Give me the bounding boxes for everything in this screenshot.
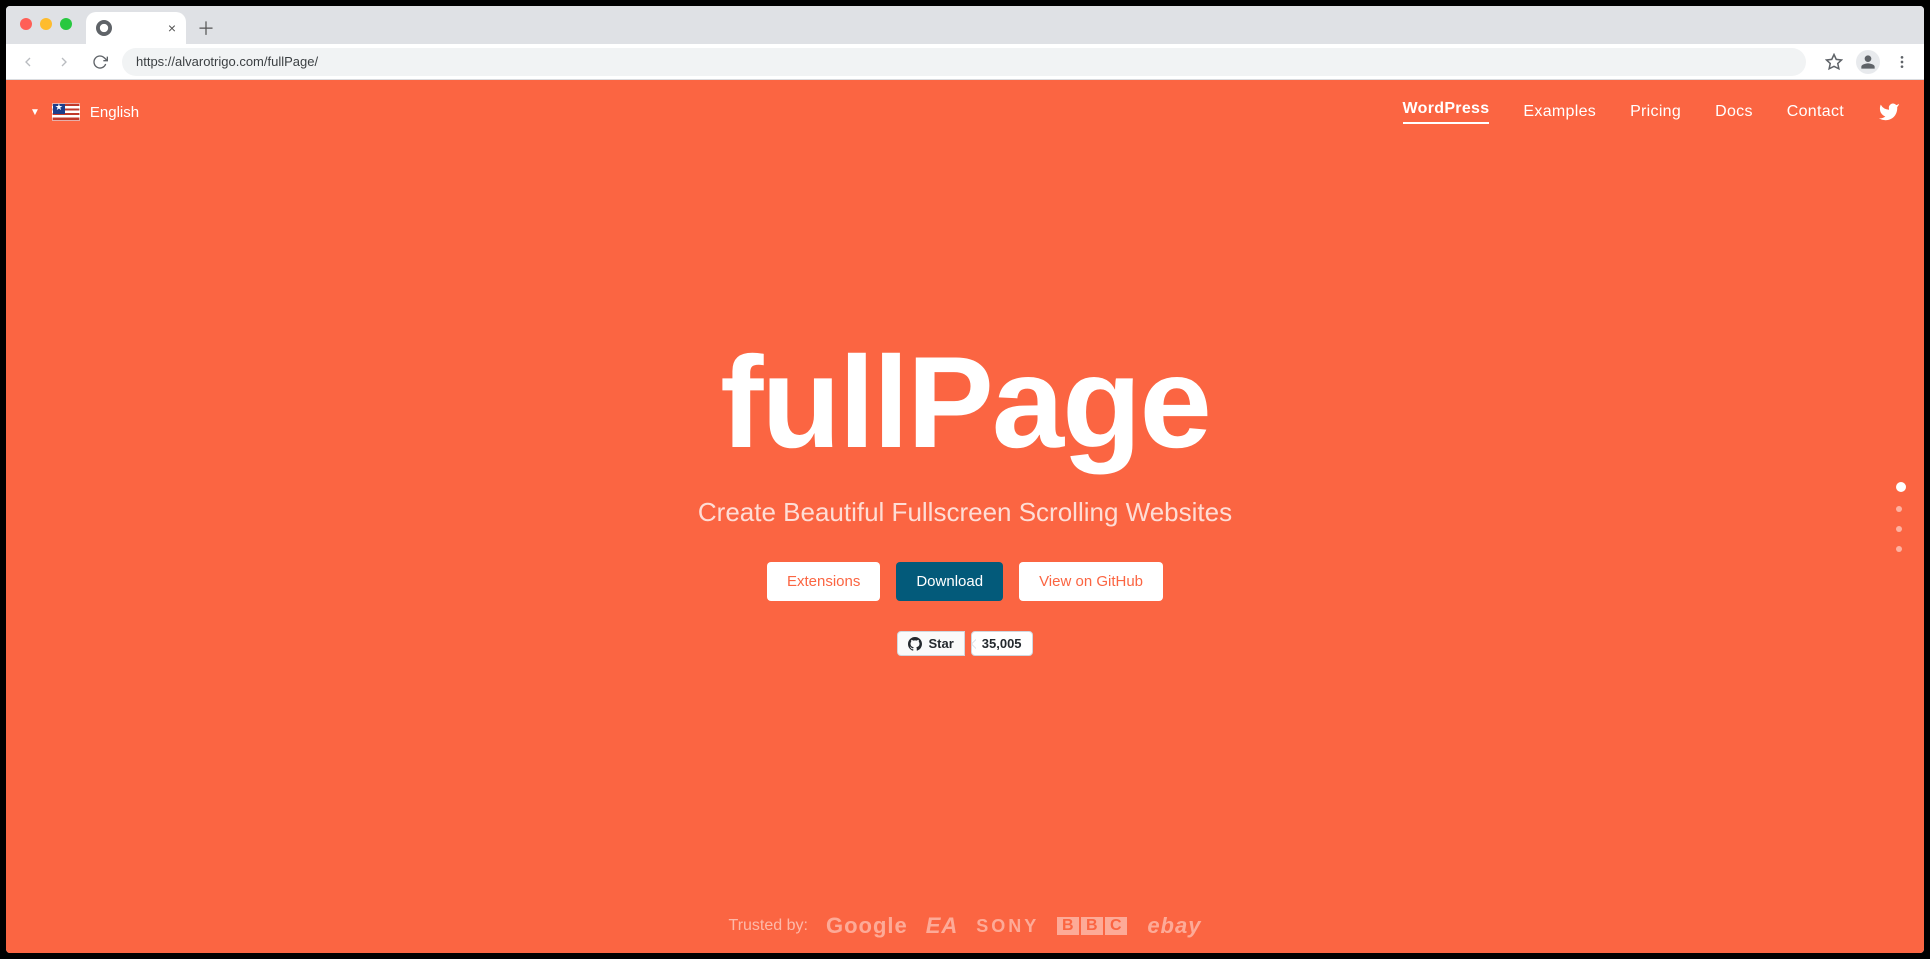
view-github-button[interactable]: View on GitHub xyxy=(1019,562,1163,601)
bookmark-star-icon[interactable] xyxy=(1820,48,1848,76)
section-dot-nav xyxy=(1896,482,1906,552)
brand-sony: SONY xyxy=(976,916,1039,937)
trusted-by-row: Trusted by: Google EA SONY BBC ebay xyxy=(6,913,1924,939)
github-star-label: Star xyxy=(928,636,953,651)
github-star-button[interactable]: Star xyxy=(897,631,964,656)
close-tab-button[interactable]: × xyxy=(168,20,176,36)
back-button[interactable] xyxy=(14,48,42,76)
toolbar-right xyxy=(1820,48,1916,76)
section-dot-3[interactable] xyxy=(1896,526,1902,532)
section-dot-2[interactable] xyxy=(1896,506,1902,512)
window-controls xyxy=(20,18,72,30)
reload-button[interactable] xyxy=(86,48,114,76)
forward-button[interactable] xyxy=(50,48,78,76)
browser-tab[interactable]: × xyxy=(86,12,186,44)
extensions-button[interactable]: Extensions xyxy=(767,562,880,601)
maximize-window-button[interactable] xyxy=(60,18,72,30)
page-viewport: ▼ English WordPress Examples Pricing Doc… xyxy=(6,80,1924,953)
github-star-count-wrap[interactable]: 35,005 xyxy=(971,631,1033,656)
hero-section: fullPage Create Beautiful Fullscreen Scr… xyxy=(6,80,1924,953)
browser-toolbar xyxy=(6,44,1924,80)
browser-window: × ＋ xyxy=(0,0,1930,959)
new-tab-button[interactable]: ＋ xyxy=(192,14,220,42)
section-dot-1[interactable] xyxy=(1896,482,1906,492)
brand-bbc: BBC xyxy=(1057,917,1129,935)
github-icon xyxy=(908,637,922,651)
github-star-count: 35,005 xyxy=(971,631,1033,656)
address-bar[interactable] xyxy=(122,48,1806,76)
close-window-button[interactable] xyxy=(20,18,32,30)
section-dot-4[interactable] xyxy=(1896,546,1902,552)
hero-title: fullPage xyxy=(720,337,1210,467)
github-star-widget: Star 35,005 xyxy=(897,631,1032,656)
profile-button[interactable] xyxy=(1854,48,1882,76)
brand-ebay: ebay xyxy=(1147,913,1201,939)
avatar-icon xyxy=(1856,50,1880,74)
minimize-window-button[interactable] xyxy=(40,18,52,30)
tab-strip: × ＋ xyxy=(6,6,1924,44)
address-input[interactable] xyxy=(136,54,1792,69)
hero-subtitle: Create Beautiful Fullscreen Scrolling We… xyxy=(698,497,1232,528)
brand-google: Google xyxy=(826,913,908,939)
download-button[interactable]: Download xyxy=(896,562,1003,601)
brand-ea: EA xyxy=(926,913,959,939)
trusted-by-label: Trusted by: xyxy=(729,917,808,935)
hero-button-row: Extensions Download View on GitHub xyxy=(767,562,1163,601)
kebab-menu-button[interactable] xyxy=(1888,48,1916,76)
tab-favicon-icon xyxy=(96,20,112,36)
